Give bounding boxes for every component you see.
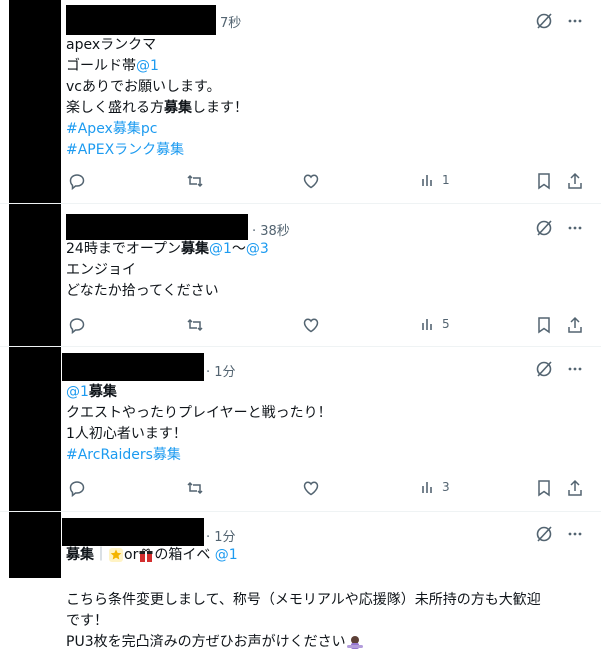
tweet-line: 楽しく盛れる方募集します！ [66, 100, 248, 116]
bookmark-button[interactable] [536, 172, 552, 190]
hashtag-link[interactable]: #APEXランク募集 [66, 142, 184, 158]
tweet[interactable]: · 1分 @1募集 クエストやったりプレイヤーと戦ったり！ 1人初心者います！ … [0, 347, 601, 512]
views-count: 1 [442, 173, 450, 187]
tweet-line: PU3枚を完凸済みの方ぜひお声がけください [66, 632, 364, 653]
share-button[interactable] [566, 479, 584, 497]
share-icon [568, 316, 582, 333]
views-count: 5 [442, 317, 450, 331]
bookmark-icon [538, 317, 550, 334]
hashtag-line: #APEXランク募集 [66, 140, 184, 161]
tweet-timestamp[interactable]: · 1分 [206, 526, 236, 545]
retweet-button[interactable] [186, 172, 204, 190]
bookmark-button[interactable] [536, 479, 552, 497]
tweet-line: エンジョイ [66, 262, 136, 278]
views-count: 3 [442, 480, 450, 494]
mention-link[interactable]: @1 [136, 58, 159, 74]
tweet[interactable]: · 38秒 24時までオープン募集@1〜@3 エンジョイ どなたか拾ってください… [0, 204, 601, 347]
redacted-username [62, 518, 204, 546]
mention-link[interactable]: @3 [246, 241, 269, 257]
like-button[interactable] [302, 479, 320, 497]
retweet-button[interactable] [186, 479, 204, 497]
tweet-line: こちら条件変更しまして、称号（メモリアルや応援隊）未所持の方も大歓迎 [66, 592, 541, 608]
like-icon [303, 174, 319, 189]
grok-icon[interactable] [535, 219, 553, 237]
star-emoji-icon [108, 547, 124, 563]
share-icon [568, 479, 582, 496]
share-button[interactable] [566, 172, 584, 190]
bookmark-icon [538, 173, 550, 190]
mention-link[interactable]: @1 [209, 241, 232, 257]
share-icon [568, 172, 582, 189]
reply-icon [69, 318, 85, 334]
share-button[interactable] [566, 316, 584, 334]
bowing-person-emoji-icon [346, 634, 364, 650]
tweet-line: 募集｜ or の箱イベ @1 [66, 547, 238, 563]
reply-button[interactable] [68, 172, 86, 190]
reply-button[interactable] [68, 479, 86, 497]
tweet-line: apexランクマ [66, 37, 157, 53]
tweet-line: vcありでお願いします。 [66, 79, 221, 95]
reply-icon [69, 481, 85, 497]
redacted-username [66, 214, 248, 240]
gift-box-emoji-icon [138, 547, 154, 563]
grok-icon[interactable] [535, 525, 553, 543]
tweet-line: です！ [66, 613, 108, 629]
retweet-icon [187, 318, 203, 332]
like-icon [303, 481, 319, 496]
views-button[interactable]: 5 [420, 316, 450, 332]
mention-link[interactable]: @1 [215, 547, 238, 563]
tweet-line: クエストやったりプレイヤーと戦ったり！ [66, 405, 332, 421]
views-button[interactable]: 3 [420, 479, 450, 495]
tweet[interactable]: 7秒 apexランクマ ゴールド帯@1 vcありでお願いします。 楽しく盛れる方… [0, 0, 601, 204]
views-icon [422, 482, 432, 493]
redacted-username [62, 353, 204, 381]
tweet-line: 1人初心者います！ [66, 426, 187, 442]
bookmark-icon [538, 480, 550, 497]
reply-button[interactable] [68, 316, 86, 334]
reply-icon [69, 174, 85, 190]
tweet-timestamp[interactable]: · 38秒 [252, 220, 290, 239]
retweet-icon [187, 481, 203, 495]
hashtag-line: #Apex募集pc [66, 119, 157, 140]
retweet-icon [187, 174, 203, 188]
views-button[interactable]: 1 [420, 172, 450, 188]
hashtag-link[interactable]: #Apex募集pc [66, 121, 157, 137]
hashtag-line: #ArcRaiders募集 [66, 445, 181, 466]
grok-icon[interactable] [535, 12, 553, 30]
tweet-line: ゴールド帯@1 [66, 58, 159, 74]
more-icon[interactable] [567, 361, 583, 377]
bookmark-button[interactable] [536, 316, 552, 334]
more-icon[interactable] [567, 526, 583, 542]
mention-link[interactable]: @1 [66, 384, 89, 400]
views-icon [422, 175, 432, 186]
like-button[interactable] [302, 172, 320, 190]
views-icon [422, 319, 432, 330]
tweet-timestamp[interactable]: · 1分 [206, 361, 236, 380]
grok-icon[interactable] [535, 360, 553, 378]
tweet-timestamp[interactable]: 7秒 [220, 12, 241, 31]
tweet-line: どなたか拾ってください [66, 283, 219, 299]
more-icon[interactable] [567, 13, 583, 29]
tweet-line: 24時までオープン募集@1〜@3 [66, 241, 269, 257]
retweet-button[interactable] [186, 316, 204, 334]
redacted-username [66, 5, 216, 35]
like-icon [303, 318, 319, 333]
like-button[interactable] [302, 316, 320, 334]
tweet-line: @1募集 [66, 384, 117, 400]
tweet[interactable]: · 1分 募集｜ or の箱イベ @1 こちら条件変更しまして、称号（メモリアルや応… [0, 512, 601, 665]
more-icon[interactable] [567, 220, 583, 236]
hashtag-link[interactable]: #ArcRaiders募集 [66, 447, 181, 463]
